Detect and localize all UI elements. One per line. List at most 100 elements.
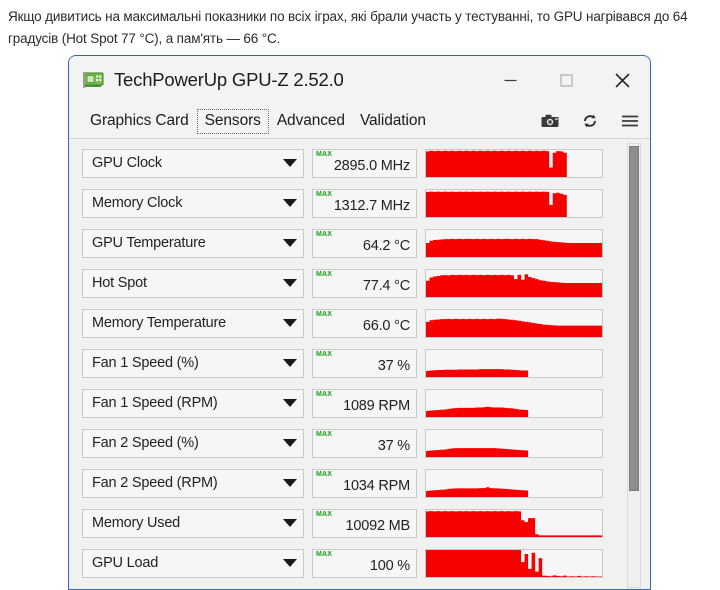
- sensor-graph: [425, 308, 603, 338]
- sensor-select[interactable]: GPU Clock: [82, 148, 304, 178]
- sensor-name: GPU Load: [92, 555, 159, 571]
- sensor-row: GPU Clock MAX 2895.0 MHz: [69, 143, 650, 183]
- sensor-value-field: MAX 37 %: [312, 348, 417, 378]
- tab-sensors[interactable]: Sensors: [196, 108, 269, 134]
- sensor-value: 2895.0 MHz: [333, 157, 410, 174]
- sensor-value: 1034 RPM: [343, 477, 410, 494]
- sensor-row: Memory Used MAX 10092 MB: [69, 503, 650, 543]
- sensor-graph: [425, 268, 603, 298]
- sensor-name: Hot Spot: [92, 275, 147, 291]
- sensor-value: 1089 RPM: [343, 397, 410, 414]
- sensor-graph: [425, 188, 603, 218]
- sensor-scrollbar[interactable]: [627, 143, 641, 588]
- sensor-value-field: MAX 1034 RPM: [312, 468, 417, 498]
- sensor-select[interactable]: Hot Spot: [82, 268, 304, 298]
- sensor-value-field: MAX 37 %: [312, 428, 417, 458]
- sensor-select[interactable]: Memory Used: [82, 508, 304, 538]
- menu-icon[interactable]: [620, 111, 640, 131]
- tab-advanced[interactable]: Advanced: [270, 110, 352, 133]
- sensor-value: 1312.7 MHz: [333, 197, 410, 214]
- maximize-button[interactable]: [538, 56, 594, 104]
- sensor-list: GPU Clock MAX 2895.0 MHz Memory Clock MAX 131…: [69, 138, 650, 589]
- sensor-name: Fan 1 Speed (RPM): [92, 395, 218, 411]
- refresh-icon[interactable]: [580, 111, 600, 131]
- sensor-value-field: MAX 66.0 °C: [312, 308, 417, 338]
- window-controls: [482, 56, 650, 104]
- chevron-down-icon: [283, 239, 297, 247]
- chevron-down-icon: [283, 439, 297, 447]
- max-badge: MAX: [316, 470, 333, 478]
- max-badge: MAX: [316, 310, 333, 318]
- sensor-name: Memory Clock: [92, 195, 183, 211]
- sensor-select[interactable]: GPU Load: [82, 548, 304, 578]
- sensor-graph: [425, 508, 603, 538]
- article-paragraph: Якщо дивитись на максимальні показники п…: [8, 9, 688, 46]
- sensor-value-field: MAX 77.4 °C: [312, 268, 417, 298]
- sensor-value-field: MAX 1089 RPM: [312, 388, 417, 418]
- title-bar: TechPowerUp GPU-Z 2.52.0: [69, 56, 650, 104]
- chevron-down-icon: [283, 559, 297, 567]
- chevron-down-icon: [283, 479, 297, 487]
- sensor-name: Memory Temperature: [92, 315, 226, 331]
- tab-validation[interactable]: Validation: [353, 110, 433, 133]
- sensor-select[interactable]: Fan 2 Speed (RPM): [82, 468, 304, 498]
- max-badge: MAX: [316, 510, 333, 518]
- max-badge: MAX: [316, 430, 333, 438]
- chevron-down-icon: [283, 319, 297, 327]
- sensor-row: Fan 2 Speed (RPM) MAX 1034 RPM: [69, 463, 650, 503]
- sensor-graph: [425, 548, 603, 578]
- sensor-graph: [425, 148, 603, 178]
- max-badge: MAX: [316, 270, 333, 278]
- max-badge: MAX: [316, 230, 333, 238]
- sensor-value-field: MAX 100 %: [312, 548, 417, 578]
- close-button[interactable]: [594, 56, 650, 104]
- chevron-down-icon: [283, 519, 297, 527]
- graphics-card-icon: [83, 71, 105, 89]
- sensor-row: GPU Temperature MAX 64.2 °C: [69, 223, 650, 263]
- max-badge: MAX: [316, 390, 333, 398]
- sensor-select[interactable]: Memory Temperature: [82, 308, 304, 338]
- sensor-select[interactable]: Fan 1 Speed (%): [82, 348, 304, 378]
- sensor-select[interactable]: Memory Clock: [82, 188, 304, 218]
- chevron-down-icon: [283, 359, 297, 367]
- sensor-name: Fan 1 Speed (%): [92, 355, 199, 371]
- chevron-down-icon: [283, 159, 297, 167]
- sensor-value: 64.2 °C: [362, 237, 410, 254]
- sensor-value-field: MAX 2895.0 MHz: [312, 148, 417, 178]
- sensor-name: Memory Used: [92, 515, 181, 531]
- sensor-row: Memory Temperature MAX 66.0 °C: [69, 303, 650, 343]
- sensor-row: Memory Clock MAX 1312.7 MHz: [69, 183, 650, 223]
- sensor-select[interactable]: Fan 2 Speed (%): [82, 428, 304, 458]
- chevron-down-icon: [283, 399, 297, 407]
- tab-graphics-card[interactable]: Graphics Card: [83, 110, 196, 133]
- sensor-graph: [425, 428, 603, 458]
- sensor-row: Hot Spot MAX 77.4 °C: [69, 263, 650, 303]
- sensor-name: Fan 2 Speed (%): [92, 435, 199, 451]
- sensor-name: GPU Temperature: [92, 235, 206, 251]
- scrollbar-thumb[interactable]: [629, 146, 639, 491]
- camera-icon[interactable]: [540, 111, 560, 131]
- sensor-row: Fan 1 Speed (RPM) MAX 1089 RPM: [69, 383, 650, 423]
- sensor-graph: [425, 348, 603, 378]
- sensor-row: Fan 2 Speed (%) MAX 37 %: [69, 423, 650, 463]
- sensor-select[interactable]: Fan 1 Speed (RPM): [82, 388, 304, 418]
- sensor-value: 77.4 °C: [362, 277, 410, 294]
- sensor-select[interactable]: GPU Temperature: [82, 228, 304, 258]
- sensor-graph: [425, 228, 603, 258]
- max-badge: MAX: [316, 190, 333, 198]
- minimize-button[interactable]: [482, 56, 538, 104]
- sensor-value-field: MAX 64.2 °C: [312, 228, 417, 258]
- sensor-name: GPU Clock: [92, 155, 162, 171]
- sensor-row: GPU Load MAX 100 %: [69, 543, 650, 583]
- sensor-value: 100 %: [369, 557, 410, 574]
- chevron-down-icon: [283, 279, 297, 287]
- sensor-value-field: MAX 1312.7 MHz: [312, 188, 417, 218]
- tab-strip: Graphics Card Sensors Advanced Validatio…: [69, 104, 650, 138]
- sensor-value: 37 %: [377, 437, 410, 454]
- gpuz-window: TechPowerUp GPU-Z 2.52.0 Graphics Card S…: [68, 55, 651, 590]
- max-badge: MAX: [316, 350, 333, 358]
- sensor-value: 10092 MB: [345, 517, 411, 534]
- chevron-down-icon: [283, 199, 297, 207]
- sensor-graph: [425, 468, 603, 498]
- toolbar: [540, 104, 640, 138]
